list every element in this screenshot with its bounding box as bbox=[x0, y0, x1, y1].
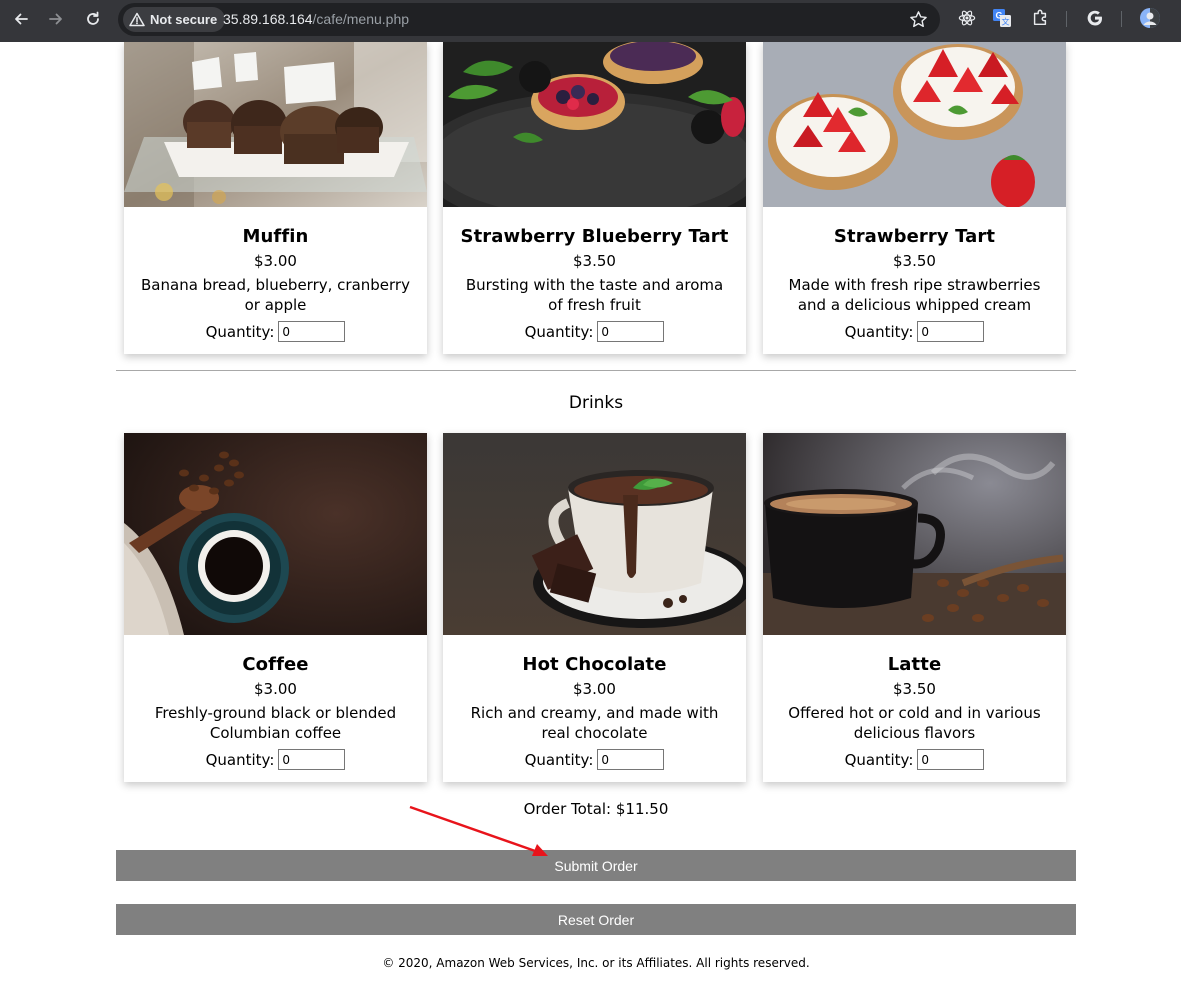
forward-icon[interactable] bbox=[41, 4, 71, 34]
menu-item-card: Coffee $3.00 Freshly-ground black or ble… bbox=[124, 433, 427, 782]
item-price: $3.00 bbox=[573, 680, 616, 698]
quantity-input[interactable] bbox=[597, 749, 665, 770]
item-name: Strawberry Blueberry Tart bbox=[460, 226, 729, 247]
svg-text:文: 文 bbox=[1002, 17, 1010, 27]
react-devtools-icon[interactable] bbox=[957, 8, 977, 28]
item-name: Coffee bbox=[242, 654, 309, 675]
cafe-menu-page: Muffin $3.00 Banana bread, blueberry, cr… bbox=[0, 42, 1181, 993]
translate-icon[interactable]: G文 bbox=[992, 8, 1012, 28]
strawberry-blueberry-tart-image bbox=[443, 42, 746, 207]
item-price: $3.50 bbox=[893, 252, 936, 270]
security-chip[interactable]: Not secure bbox=[123, 7, 226, 32]
item-price: $3.50 bbox=[893, 680, 936, 698]
menu-item-card: Muffin $3.00 Banana bread, blueberry, cr… bbox=[124, 42, 427, 354]
quantity-row: Quantity: bbox=[763, 749, 1066, 770]
item-name: Muffin bbox=[242, 226, 309, 247]
reset-order-button[interactable]: Reset Order bbox=[116, 904, 1076, 935]
quantity-row: Quantity: bbox=[124, 321, 427, 342]
toolbar-separator bbox=[1066, 11, 1067, 27]
google-icon[interactable] bbox=[1085, 8, 1105, 28]
item-price: $3.00 bbox=[254, 680, 297, 698]
quantity-input[interactable] bbox=[278, 321, 346, 342]
quantity-row: Quantity: bbox=[443, 749, 746, 770]
menu-item-card: Latte $3.50 Offered hot or cold and in v… bbox=[763, 433, 1066, 782]
quantity-label: Quantity: bbox=[205, 322, 275, 341]
profile-avatar-icon[interactable] bbox=[1139, 7, 1161, 29]
warning-icon bbox=[129, 12, 145, 27]
menu-item-card: Strawberry Tart $3.50 Made with fresh ri… bbox=[763, 42, 1066, 354]
item-price: $3.50 bbox=[573, 252, 616, 270]
quantity-input[interactable] bbox=[917, 749, 985, 770]
quantity-row: Quantity: bbox=[124, 749, 427, 770]
strawberry-tart-image bbox=[763, 42, 1066, 207]
quantity-label: Quantity: bbox=[844, 750, 914, 769]
copyright-footer: © 2020, Amazon Web Services, Inc. or its… bbox=[382, 956, 810, 970]
drinks-heading: Drinks bbox=[568, 393, 624, 413]
url-host: 35.89.168.164 bbox=[223, 11, 313, 27]
item-description: Made with fresh ripe strawberries and a … bbox=[788, 276, 1041, 314]
quantity-input[interactable] bbox=[917, 321, 985, 342]
quantity-label: Quantity: bbox=[524, 322, 594, 341]
item-price: $3.00 bbox=[254, 252, 297, 270]
quantity-row: Quantity: bbox=[443, 321, 746, 342]
back-icon[interactable] bbox=[6, 4, 36, 34]
url-text[interactable]: 35.89.168.164/cafe/menu.php bbox=[223, 11, 409, 27]
security-label: Not secure bbox=[150, 12, 218, 27]
star-icon[interactable] bbox=[909, 10, 928, 29]
hot-chocolate-image bbox=[443, 433, 746, 635]
item-description: Bursting with the taste and aroma of fre… bbox=[465, 276, 724, 314]
latte-image bbox=[763, 433, 1066, 635]
item-name: Latte bbox=[887, 654, 942, 675]
menu-item-card: Strawberry Blueberry Tart $3.50 Bursting… bbox=[443, 42, 746, 354]
item-name: Strawberry Tart bbox=[833, 226, 996, 247]
quantity-input[interactable] bbox=[278, 749, 346, 770]
order-total: Order Total: $11.50 bbox=[523, 800, 669, 818]
reload-icon[interactable] bbox=[78, 4, 108, 34]
item-description: Offered hot or cold and in various delic… bbox=[788, 704, 1041, 742]
quantity-label: Quantity: bbox=[205, 750, 275, 769]
quantity-label: Quantity: bbox=[524, 750, 594, 769]
quantity-row: Quantity: bbox=[763, 321, 1066, 342]
toolbar-separator bbox=[1121, 11, 1122, 27]
url-path: /cafe/menu.php bbox=[312, 11, 410, 27]
extensions-icon[interactable] bbox=[1030, 8, 1050, 28]
submit-order-button[interactable]: Submit Order bbox=[116, 850, 1076, 881]
item-description: Rich and creamy, and made with real choc… bbox=[470, 704, 719, 742]
address-bar[interactable]: Not secure 35.89.168.164/cafe/menu.php bbox=[118, 3, 940, 36]
quantity-label: Quantity: bbox=[844, 322, 914, 341]
muffin-image bbox=[124, 42, 427, 207]
item-description: Freshly-ground black or blended Columbia… bbox=[154, 704, 397, 742]
item-name: Hot Chocolate bbox=[522, 654, 667, 675]
menu-item-card: Hot Chocolate $3.00 Rich and creamy, and… bbox=[443, 433, 746, 782]
quantity-input[interactable] bbox=[597, 321, 665, 342]
browser-toolbar: Not secure 35.89.168.164/cafe/menu.php G… bbox=[0, 0, 1181, 42]
coffee-image bbox=[124, 433, 427, 635]
section-divider bbox=[116, 370, 1076, 371]
item-description: Banana bread, blueberry, cranberry or ap… bbox=[141, 276, 410, 314]
